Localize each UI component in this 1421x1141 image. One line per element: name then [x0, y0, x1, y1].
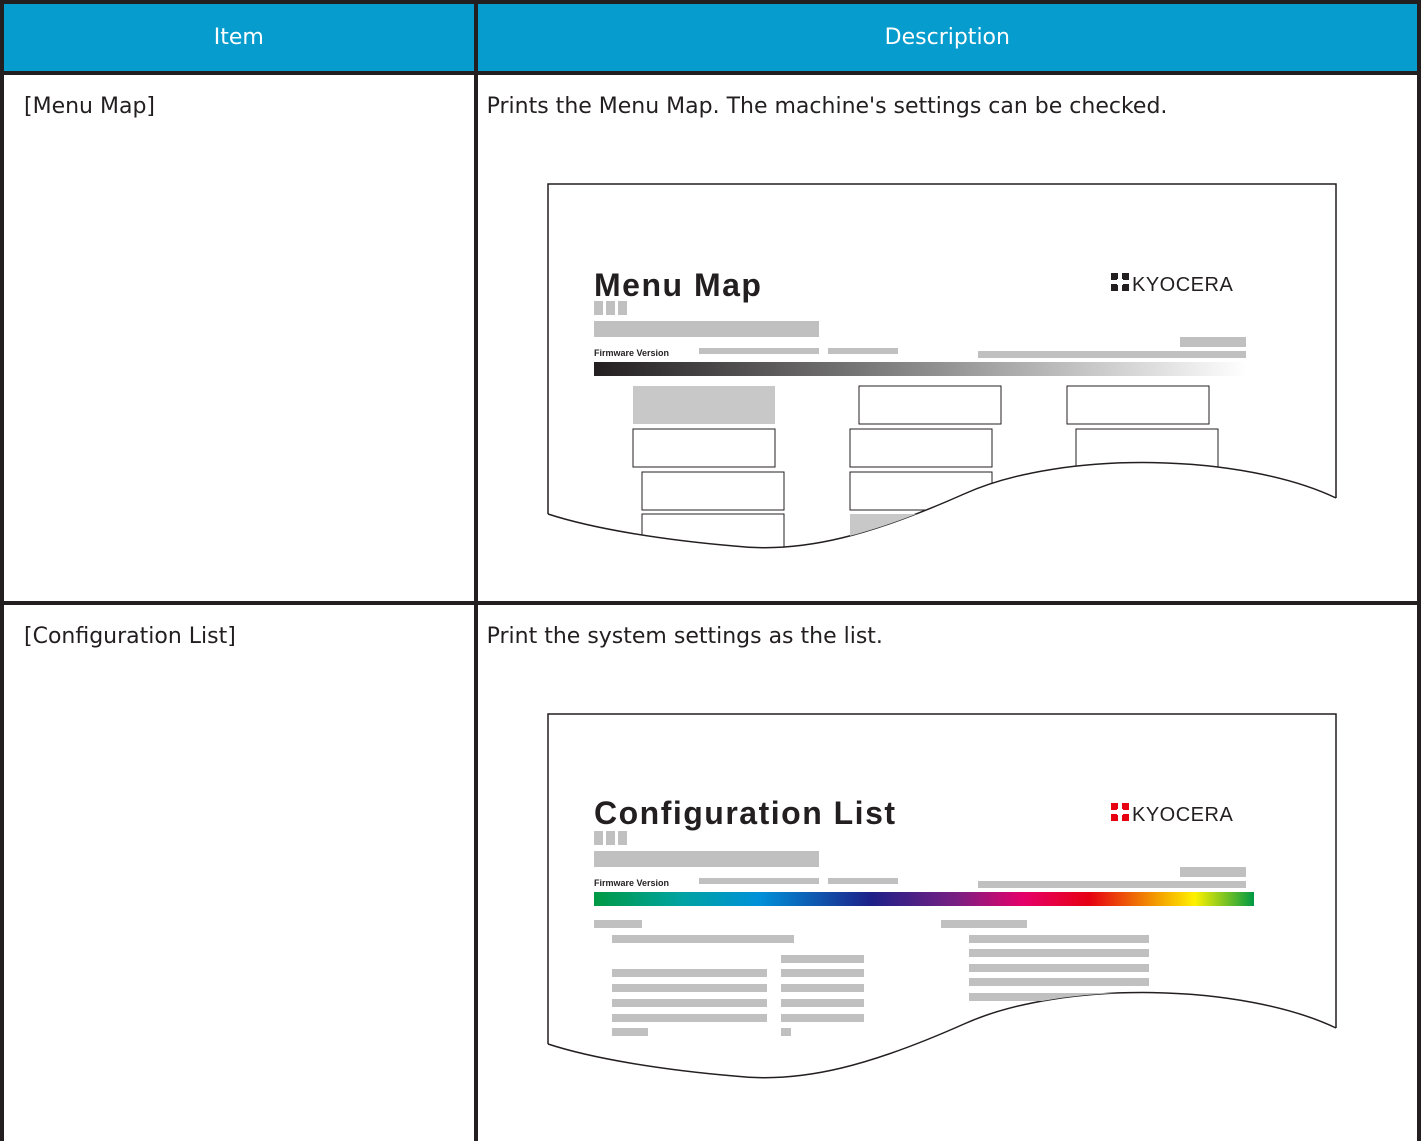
item-cell: [Configuration List] — [0, 601, 478, 1141]
description-cell: Prints the Menu Map. The machine's setti… — [473, 71, 1421, 605]
description-text: Prints the Menu Map. The machine's setti… — [486, 94, 1168, 119]
table-header-row: Item Description — [0, 0, 1421, 75]
header-description: Description — [473, 0, 1421, 75]
description-cell: Print the system settings as the list. C… — [473, 601, 1421, 1141]
header-item: Item — [0, 0, 478, 75]
kyocera-logo-icon: KYOCERA — [1110, 273, 1233, 296]
illustration-title: Configuration List — [594, 795, 897, 831]
logo-text: KYOCERA — [1132, 804, 1233, 826]
item-label: [Menu Map] — [24, 94, 155, 119]
item-cell: [Menu Map] — [0, 71, 478, 605]
logo-text: KYOCERA — [1132, 274, 1233, 296]
menu-map-illustration: Menu Map KYOCERA Firmware Version — [546, 183, 1337, 549]
description-text: Print the system settings as the list. — [486, 624, 883, 649]
firmware-label: Firmware Version — [594, 348, 669, 358]
table-row: [Menu Map] Prints the Menu Map. The mach… — [0, 71, 1421, 605]
configuration-list-illustration: Configuration List KYOCERA Firmware Vers… — [546, 713, 1337, 1079]
illustration-title: Menu Map — [594, 267, 762, 303]
settings-table: Item Description [Menu Map] Prints the M… — [0, 0, 1421, 1141]
kyocera-logo-icon: KYOCERA — [1110, 803, 1233, 826]
firmware-label: Firmware Version — [594, 878, 669, 888]
table-row: [Configuration List] Print the system se… — [0, 601, 1421, 1141]
item-label: [Configuration List] — [24, 624, 236, 649]
